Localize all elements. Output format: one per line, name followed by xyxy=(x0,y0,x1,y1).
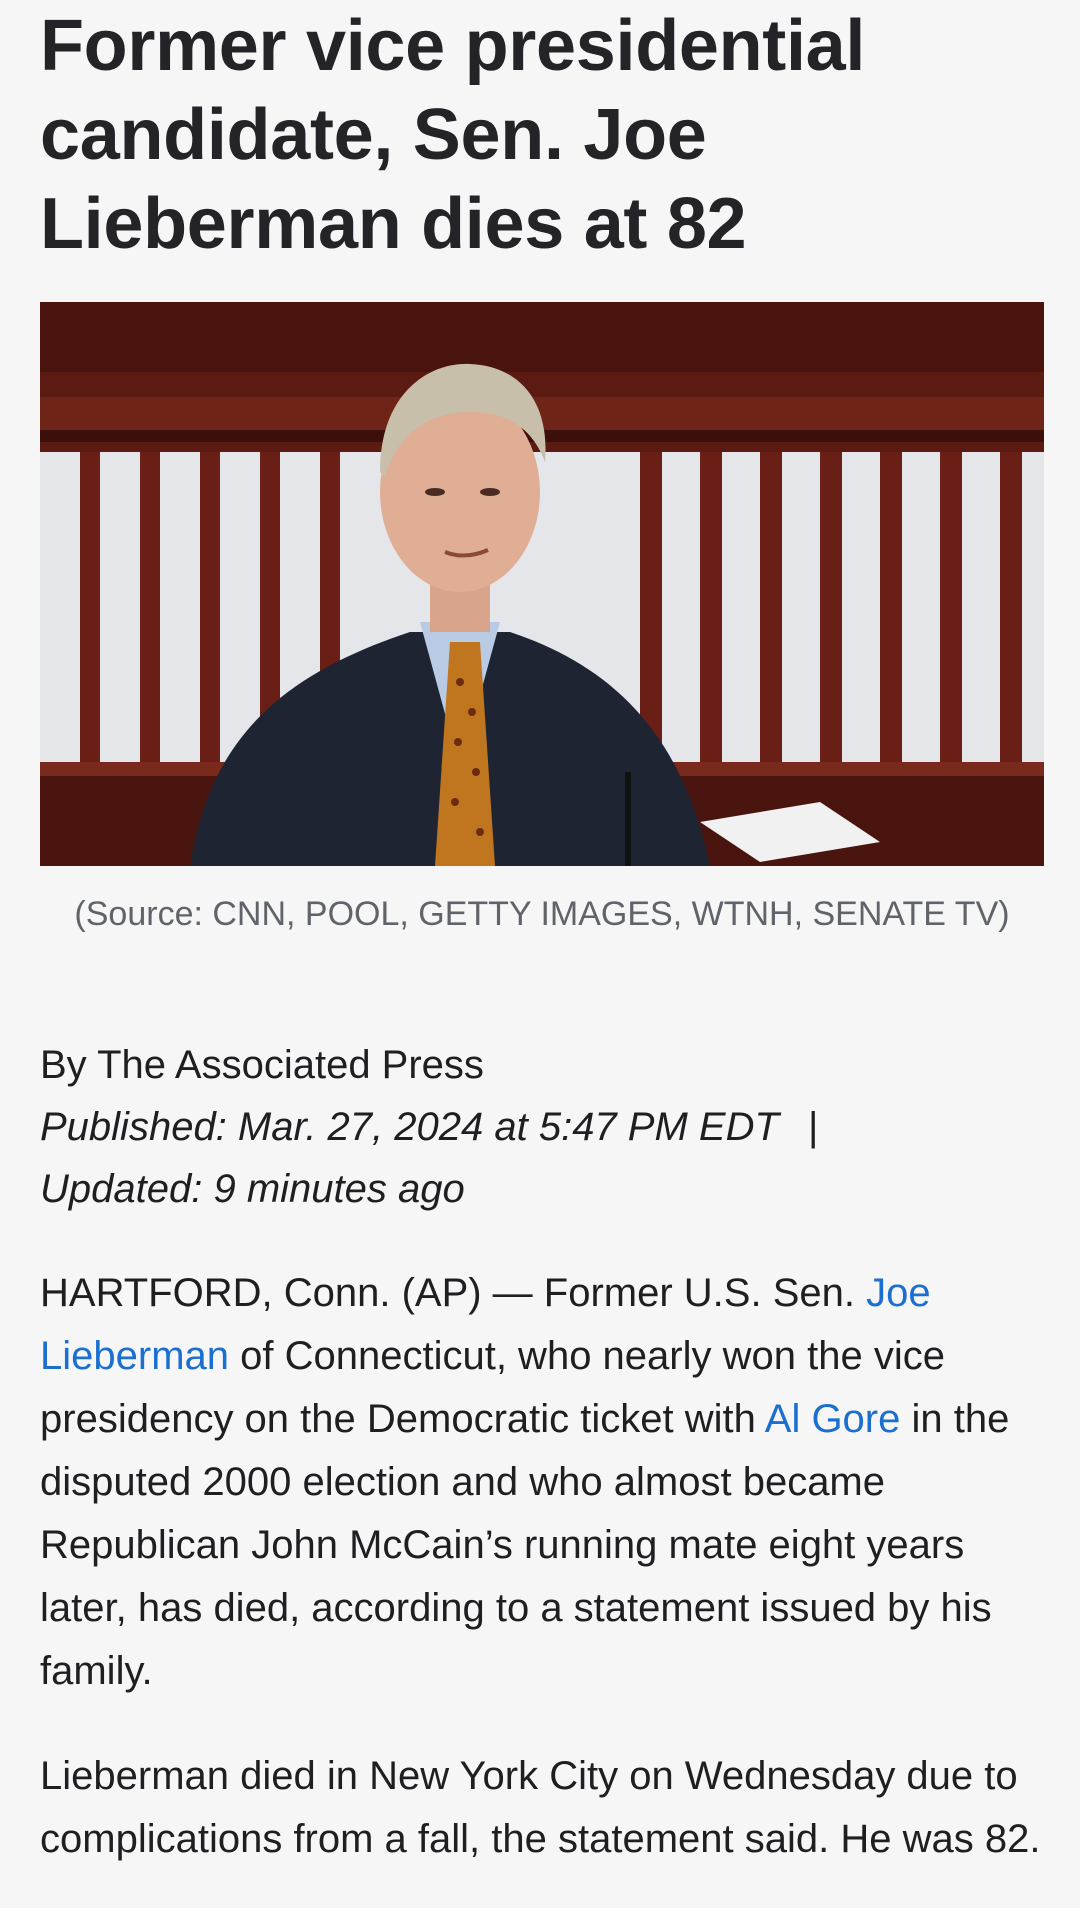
al-gore-link[interactable]: Al Gore xyxy=(765,1397,901,1441)
meta-separator: | xyxy=(808,1105,819,1149)
published-line: Published: Mar. 27, 2024 at 5:47 PM EDT … xyxy=(40,1096,1044,1158)
article-paragraph-2: Lieberman died in New York City on Wedne… xyxy=(40,1754,1041,1861)
article-paragraph-1: HARTFORD, Conn. (AP) — Former U.S. Sen. … xyxy=(40,1262,1044,1703)
photo-caption: (Source: CNN, POOL, GETTY IMAGES, WTNH, … xyxy=(74,895,1010,933)
article-figure: (Source: CNN, POOL, GETTY IMAGES, WTNH, … xyxy=(40,302,1044,934)
paragraph-1-text-a: HARTFORD, Conn. (AP) — Former U.S. Sen. xyxy=(40,1271,867,1315)
updated-line: Updated: 9 minutes ago xyxy=(40,1158,1044,1220)
byline-block: By The Associated Press Published: Mar. … xyxy=(40,1034,1044,1220)
updated-time: 9 minutes ago xyxy=(202,1167,465,1211)
published-date: Mar. 27, 2024 at 5:47 PM EDT xyxy=(226,1105,779,1149)
byline: By The Associated Press xyxy=(40,1043,484,1087)
article-headline: Former vice presidential candidate, Sen.… xyxy=(40,6,866,264)
updated-label: Updated: xyxy=(40,1167,203,1211)
article-photo[interactable] xyxy=(40,302,1044,866)
published-label: Published: xyxy=(40,1105,227,1149)
article: Former vice presidential candidate, Sen.… xyxy=(40,0,1044,1871)
paragraph-1-text-c: in the disputed 2000 election and who al… xyxy=(40,1397,1010,1693)
